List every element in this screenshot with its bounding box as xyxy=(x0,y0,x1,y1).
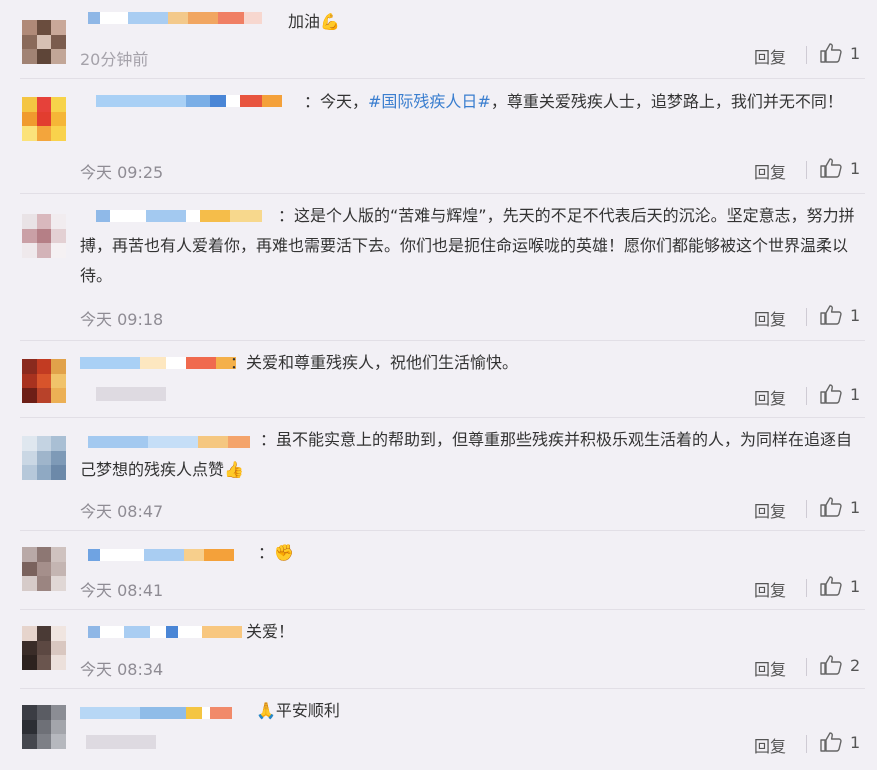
avatar[interactable] xyxy=(22,359,66,403)
thumbs-up-icon xyxy=(820,158,842,178)
comment-time: 今天 09:18 xyxy=(80,310,164,329)
comment-item: ：今天，#国际残疾人日#，尊重关爱残疾人士，追梦路上，我们并无不同！ 今天 09… xyxy=(0,79,877,193)
action-divider xyxy=(806,658,807,676)
comment-text: 🙏平安顺利 xyxy=(256,696,855,726)
comment-time: 今天 08:47 xyxy=(80,502,164,521)
comment-text: 加油💪 xyxy=(288,7,855,37)
reply-button[interactable]: 回复 xyxy=(754,733,786,757)
like-button[interactable]: 1 xyxy=(820,576,860,596)
reply-button[interactable]: 回复 xyxy=(754,656,786,680)
comment-time: 今天 09:25 xyxy=(80,163,164,182)
comment-body-rest: ，尊重关爱残疾人士，追梦路上，我们并无不同！ xyxy=(490,92,843,111)
action-divider xyxy=(806,46,807,64)
thumbs-up-icon xyxy=(820,305,842,325)
comment-text: ：今天，#国际残疾人日#，尊重关爱残疾人士，追梦路上，我们并无不同！ xyxy=(80,87,855,117)
comment-item: ：关爱和尊重残疾人，祝他们生活愉快。 回复 1 xyxy=(0,341,877,417)
action-divider xyxy=(806,735,807,753)
like-count: 1 xyxy=(850,305,861,325)
like-count: 1 xyxy=(850,576,861,596)
reply-button[interactable]: 回复 xyxy=(754,159,786,183)
avatar[interactable] xyxy=(22,436,66,480)
username-blurred[interactable] xyxy=(88,10,262,26)
action-divider xyxy=(806,500,807,518)
action-divider xyxy=(806,308,807,326)
comment-body: 🙏平安顺利 xyxy=(256,701,340,720)
comment-item: 关爱！ 今天 08:34 回复 2 xyxy=(0,610,877,688)
avatar[interactable] xyxy=(22,626,66,670)
thumbs-up-icon xyxy=(820,497,842,517)
time-blurred xyxy=(86,735,156,749)
like-count: 1 xyxy=(850,43,861,63)
like-count: 1 xyxy=(850,384,861,404)
comment-item: ：虽不能实意上的帮助到，但尊重那些残疾并积极乐观生活着的人，为同样在追逐自己梦想… xyxy=(0,418,877,530)
comment-body: ：虽不能实意上的帮助到，但尊重那些残疾并积极乐观生活着的人，为同样在追逐自己梦想… xyxy=(80,430,853,479)
comment-body: ：✊ xyxy=(258,543,294,562)
comment-list: 加油💪 20分钟前 回复 1 ：今天，#国际残疾人日#，尊重关爱残疾人士，追梦路… xyxy=(0,0,877,770)
thumbs-up-icon xyxy=(820,576,842,596)
username-blurred[interactable] xyxy=(88,624,242,640)
comment-text: ：虽不能实意上的帮助到，但尊重那些残疾并积极乐观生活着的人，为同样在追逐自己梦想… xyxy=(80,425,855,485)
reply-button[interactable]: 回复 xyxy=(754,44,786,68)
comment-time: 今天 08:41 xyxy=(80,581,164,600)
avatar[interactable] xyxy=(22,97,66,141)
action-divider xyxy=(806,579,807,597)
comment-body: ：关爱和尊重残疾人，祝他们生活愉快。 xyxy=(230,353,519,372)
avatar[interactable] xyxy=(22,214,66,258)
like-count: 1 xyxy=(850,732,861,752)
reply-button[interactable]: 回复 xyxy=(754,577,786,601)
like-button[interactable]: 1 xyxy=(820,43,860,63)
thumbs-up-icon xyxy=(820,384,842,404)
like-button[interactable]: 1 xyxy=(820,158,860,178)
avatar[interactable] xyxy=(22,20,66,64)
reply-button[interactable]: 回复 xyxy=(754,498,786,522)
avatar[interactable] xyxy=(22,547,66,591)
avatar[interactable] xyxy=(22,705,66,749)
comment-text: ：关爱和尊重残疾人，祝他们生活愉快。 xyxy=(230,348,855,378)
hashtag-link[interactable]: #国际残疾人日# xyxy=(368,92,491,111)
comment-body: ：这是个人版的“苦难与辉煌”，先天的不足不代表后天的沉沦。坚定意志，努力拼搏，再… xyxy=(80,206,855,285)
like-button[interactable]: 1 xyxy=(820,305,860,325)
comment-item: ：✊ 今天 08:41 回复 1 xyxy=(0,531,877,609)
comment-body: ：今天， xyxy=(304,92,369,111)
like-button[interactable]: 1 xyxy=(820,384,860,404)
comment-body: 加油💪 xyxy=(288,12,340,31)
username-blurred[interactable] xyxy=(80,355,236,371)
thumbs-up-icon xyxy=(820,655,842,675)
like-count: 1 xyxy=(850,497,861,517)
comment-item: ：这是个人版的“苦难与辉煌”，先天的不足不代表后天的沉沦。坚定意志，努力拼搏，再… xyxy=(0,194,877,340)
comment-time: 今天 08:34 xyxy=(80,660,164,679)
reply-button[interactable]: 回复 xyxy=(754,385,786,409)
action-divider xyxy=(806,387,807,405)
like-count: 2 xyxy=(850,655,861,675)
comment-body: 关爱！ xyxy=(246,622,295,641)
time-blurred xyxy=(96,387,166,401)
comment-text: ：✊ xyxy=(258,538,855,568)
comment-item: 加油💪 20分钟前 回复 1 xyxy=(0,0,877,78)
comment-time: 20分钟前 xyxy=(80,50,149,69)
action-divider xyxy=(806,161,807,179)
like-button[interactable]: 1 xyxy=(820,497,860,517)
like-count: 1 xyxy=(850,158,861,178)
thumbs-up-icon xyxy=(820,43,842,63)
like-button[interactable]: 2 xyxy=(820,655,860,675)
comment-item: 🙏平安顺利 回复 1 xyxy=(0,689,877,770)
thumbs-up-icon xyxy=(820,732,842,752)
username-blurred[interactable] xyxy=(88,547,234,563)
username-blurred[interactable] xyxy=(80,705,232,721)
like-button[interactable]: 1 xyxy=(820,732,860,752)
comment-text: 关爱！ xyxy=(246,617,855,647)
comment-text: ：这是个人版的“苦难与辉煌”，先天的不足不代表后天的沉沦。坚定意志，努力拼搏，再… xyxy=(80,201,855,291)
reply-button[interactable]: 回复 xyxy=(754,306,786,330)
